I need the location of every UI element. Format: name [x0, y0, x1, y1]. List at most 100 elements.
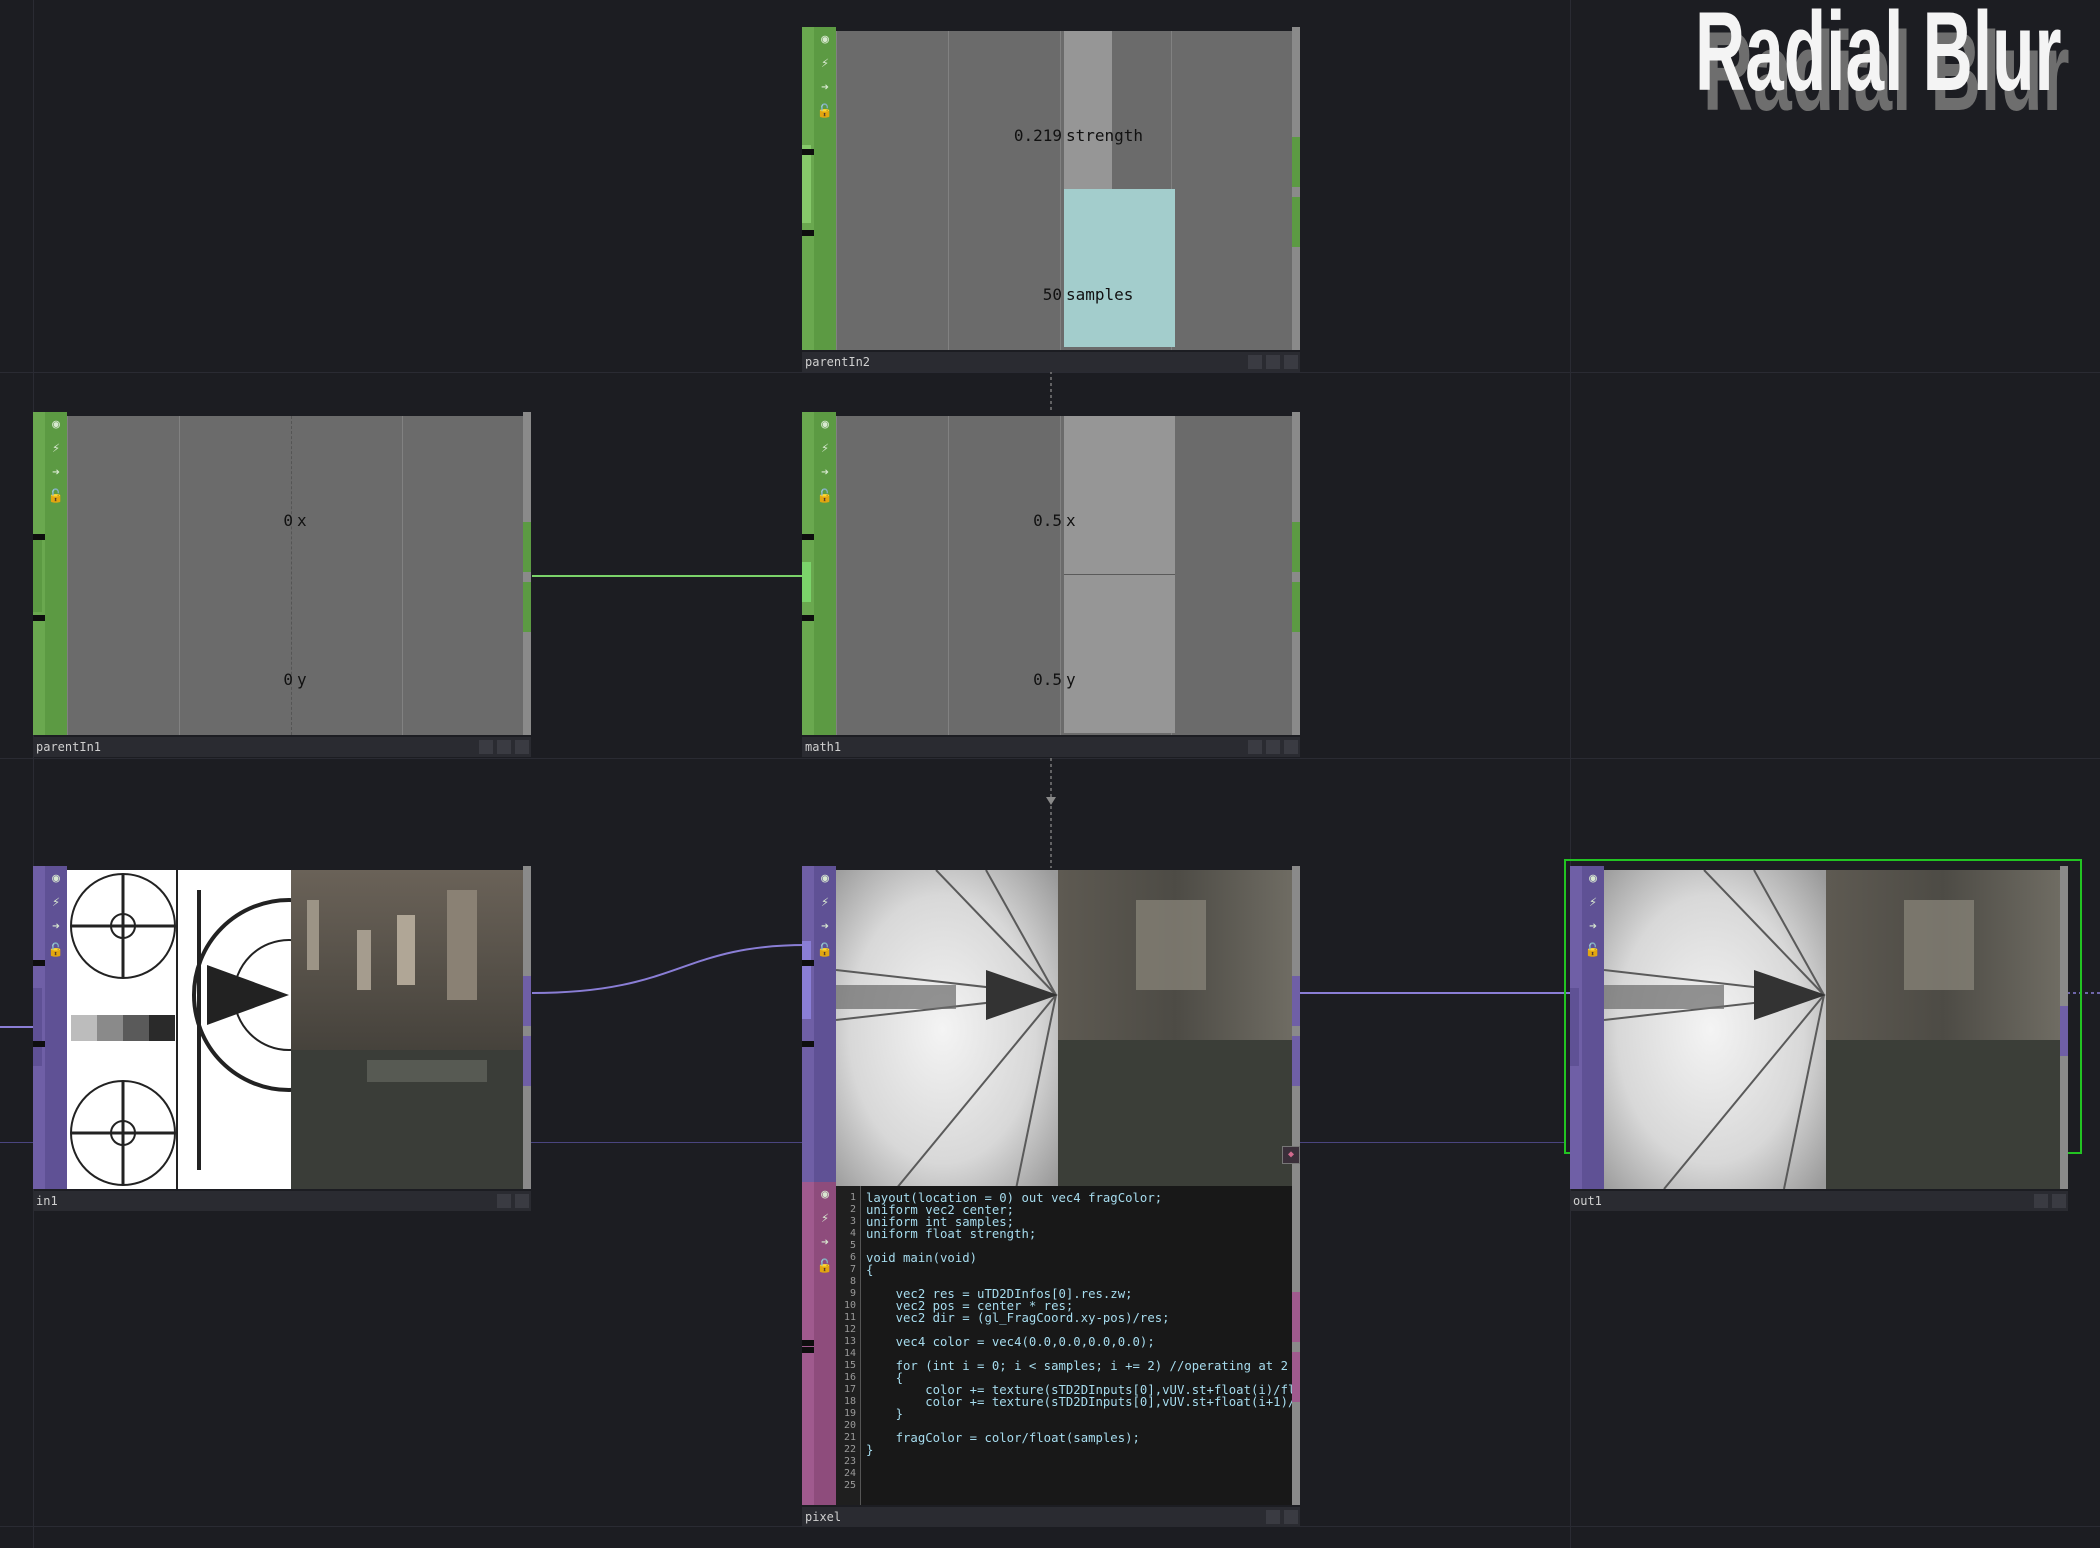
bypass-icon[interactable]: ⚡: [816, 440, 834, 458]
bypass-icon[interactable]: ⚡: [47, 894, 65, 912]
output-connector[interactable]: [1292, 197, 1300, 247]
code-line[interactable]: }: [866, 1444, 873, 1456]
viewer-toggle-icon[interactable]: ◉: [816, 1186, 834, 1204]
display-flag-button[interactable]: [497, 740, 511, 754]
export-arrow-icon[interactable]: ➔: [816, 918, 834, 936]
lock-icon[interactable]: 🔓: [816, 488, 834, 506]
bypass-icon[interactable]: ⚡: [47, 440, 65, 458]
output-connector[interactable]: [1292, 582, 1300, 632]
export-arrow-icon[interactable]: ➔: [47, 464, 65, 482]
input-connector[interactable]: [1570, 988, 1579, 1066]
viewer-toggle-icon[interactable]: ◉: [47, 416, 65, 434]
node-parentin1[interactable]: ◉ ⚡ ➔ 🔓 0 x 0 y parentIn1: [33, 412, 531, 757]
lock-icon[interactable]: 🔓: [816, 942, 834, 960]
node-name-bar[interactable]: math1: [802, 737, 1300, 757]
export-arrow-icon[interactable]: ➔: [1584, 918, 1602, 936]
lock-icon[interactable]: 🔓: [1584, 942, 1602, 960]
code-line[interactable]: uniform float strength;: [866, 1228, 1036, 1240]
display-flag-button[interactable]: [1266, 740, 1280, 754]
node-name-bar[interactable]: pixel: [802, 1507, 1300, 1527]
code-editor[interactable]: 1 2 3 4 5 6 7 8 9 10 11 12 13 14 15 16 17 18 19 20 21 22 23 24 2…: [836, 1186, 1292, 1505]
line-number: 9: [849, 1288, 856, 1299]
code-line[interactable]: for (int i = 0; i < samples; i += 2) //o…: [866, 1360, 1292, 1372]
output-connector[interactable]: [523, 522, 531, 572]
line-number: 20: [843, 1420, 856, 1431]
node-glsl3[interactable]: ◉ ⚡ ➔ 🔓 ◆: [802, 866, 1300, 1211]
display-flag-button[interactable]: [2034, 1194, 2048, 1208]
output-connector[interactable]: [523, 976, 531, 1026]
add-button[interactable]: [1284, 1510, 1298, 1524]
code-line[interactable]: void main(void): [866, 1252, 977, 1264]
node-in1[interactable]: ◉ ⚡ ➔ 🔓 in1: [33, 866, 531, 1211]
viewer-toggle-icon[interactable]: ◉: [47, 870, 65, 888]
add-button[interactable]: [1284, 355, 1298, 369]
node-math1[interactable]: ◉ ⚡ ➔ 🔓 0.5 x 0.5 y math1: [802, 412, 1300, 757]
bypass-icon[interactable]: ⚡: [1584, 894, 1602, 912]
output-connector[interactable]: [2060, 1006, 2068, 1056]
code-line[interactable]: fragColor = color/float(samples);: [866, 1432, 1140, 1444]
input-connector[interactable]: [802, 562, 811, 602]
output-connector[interactable]: [1292, 137, 1300, 187]
output-connector[interactable]: [1292, 1352, 1300, 1402]
code-line[interactable]: vec2 dir = (gl_FragCoord.xy-pos)/res;: [866, 1312, 1170, 1324]
export-arrow-icon[interactable]: ➔: [816, 1234, 834, 1252]
channel-label: samples: [1066, 285, 1134, 304]
bypass-icon[interactable]: ⚡: [816, 1210, 834, 1228]
display-flag-button[interactable]: [1266, 1510, 1280, 1524]
viewer-toggle-button[interactable]: [479, 740, 493, 754]
line-number: 11: [843, 1312, 856, 1323]
output-connector[interactable]: [523, 582, 531, 632]
output-connector[interactable]: [1292, 1036, 1300, 1086]
output-connector[interactable]: [1292, 1292, 1300, 1342]
viewer-toggle-icon[interactable]: ◉: [816, 416, 834, 434]
output-connector[interactable]: [1292, 976, 1300, 1026]
viewer-toggle-button[interactable]: [1248, 355, 1262, 369]
lock-icon[interactable]: 🔓: [816, 1258, 834, 1276]
export-arrow-icon[interactable]: ➔: [47, 918, 65, 936]
node-pixel[interactable]: ◉ ⚡ ➔ 🔓 1 2 3 4 5 6 7 8 9 10 11 12 13 14 15 16 17 18 19 20 2…: [802, 1182, 1300, 1527]
node-name-bar[interactable]: out1: [1570, 1191, 2068, 1211]
add-button[interactable]: [2052, 1194, 2066, 1208]
node-name-bar[interactable]: in1: [33, 1191, 531, 1211]
viewer-toggle-button[interactable]: [1248, 740, 1262, 754]
lock-icon[interactable]: 🔓: [47, 942, 65, 960]
viewer-toggle-icon[interactable]: ◉: [816, 870, 834, 888]
line-number: 8: [849, 1276, 856, 1287]
output-connector[interactable]: [523, 1036, 531, 1086]
input-connector[interactable]: [33, 988, 42, 1066]
add-button[interactable]: [515, 740, 529, 754]
channel-bar-samples: [1064, 189, 1175, 347]
code-line[interactable]: color += texture(sTD2DInputs[0],vUV.st+f…: [866, 1396, 1292, 1408]
docked-op-badge[interactable]: ◆: [1282, 1146, 1300, 1164]
bypass-icon[interactable]: ⚡: [816, 894, 834, 912]
line-number: 19: [843, 1408, 856, 1419]
add-button[interactable]: [1284, 740, 1298, 754]
input-connector[interactable]: [802, 941, 811, 1019]
lock-icon[interactable]: 🔓: [47, 488, 65, 506]
channel-value: 0.219: [1013, 126, 1062, 145]
node-parentin2[interactable]: ◉ ⚡ ➔ 🔓 0.219 strength 50 samples parent…: [802, 27, 1300, 372]
node-left-strip: ◉ ⚡ ➔ 🔓: [802, 412, 836, 735]
code-line[interactable]: vec4 color = vec4(0.0,0.0,0.0,0.0);: [866, 1336, 1155, 1348]
line-number: 14: [843, 1348, 856, 1359]
node-name-bar[interactable]: parentIn2: [802, 352, 1300, 372]
bypass-icon[interactable]: ⚡: [816, 55, 834, 73]
code-line[interactable]: {: [866, 1264, 873, 1276]
node-out1[interactable]: ◉ ⚡ ➔ 🔓 out1: [1570, 866, 2068, 1211]
export-arrow-icon[interactable]: ➔: [816, 79, 834, 97]
viewer-toggle-icon[interactable]: ◉: [1584, 870, 1602, 888]
add-button[interactable]: [515, 1194, 529, 1208]
export-arrow-icon[interactable]: ➔: [816, 464, 834, 482]
test-pattern-image: [67, 870, 523, 1189]
node-name: parentIn1: [36, 740, 102, 754]
display-flag-button[interactable]: [1266, 355, 1280, 369]
lock-icon[interactable]: 🔓: [816, 103, 834, 121]
output-connector[interactable]: [1292, 522, 1300, 572]
line-number: 15: [843, 1360, 856, 1371]
display-flag-button[interactable]: [497, 1194, 511, 1208]
node-name-bar[interactable]: parentIn1: [33, 737, 531, 757]
code-line[interactable]: }: [866, 1408, 903, 1420]
input-connector[interactable]: [33, 534, 42, 612]
viewer-toggle-icon[interactable]: ◉: [816, 31, 834, 49]
input-connector[interactable]: [802, 145, 811, 223]
